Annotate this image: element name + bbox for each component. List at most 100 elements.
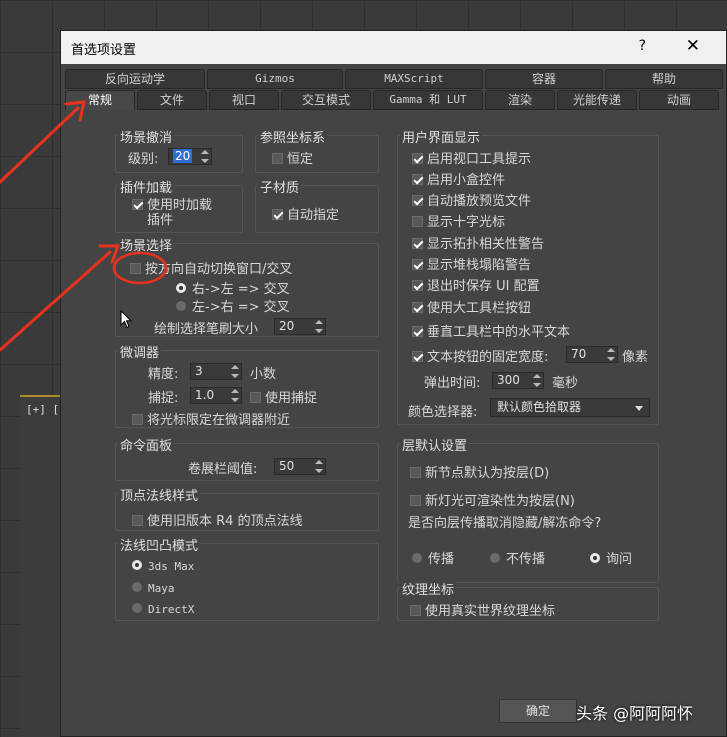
bump-3dsmax-option[interactable]: 3ds Max — [132, 560, 194, 573]
checkbox-checked-icon[interactable] — [412, 174, 423, 185]
checkbox-checked-icon[interactable] — [412, 351, 423, 362]
radio-selected-icon[interactable] — [132, 560, 142, 570]
tab-files[interactable]: 文件 — [137, 90, 207, 110]
propagate-option[interactable]: 传播 — [412, 548, 454, 567]
rtl-label: 右->左 => 交叉 — [192, 282, 290, 297]
checkbox-icon[interactable] — [410, 605, 421, 616]
constant-option[interactable]: 恒定 — [272, 148, 313, 167]
ltr-crossing-option[interactable]: 左->右 => 交叉 — [176, 296, 290, 315]
checkbox-icon[interactable] — [412, 216, 423, 227]
auto-assign-option[interactable]: 自动指定 — [272, 204, 339, 223]
undo-level-spinner[interactable]: 20 — [168, 148, 212, 165]
tab-ik[interactable]: 反向运动学 — [65, 69, 205, 89]
checkbox-checked-icon[interactable] — [412, 238, 423, 249]
checkbox-icon[interactable] — [250, 392, 261, 403]
no-propagate-option[interactable]: 不传播 — [490, 548, 545, 567]
tab-rendering[interactable]: 渲染 — [485, 90, 555, 110]
ui-option-horizontal-text[interactable]: 垂直工具栏中的水平文本 — [412, 321, 570, 340]
ui-option-large-toolbar[interactable]: 使用大工具栏按钮 — [412, 297, 531, 316]
ui-option-topology-warning[interactable]: 显示拓扑相关性警告 — [412, 233, 544, 252]
color-picker-dropdown[interactable]: 默认颜色拾取器 — [490, 398, 650, 417]
help-button[interactable]: ? — [639, 38, 646, 54]
group-title: 场景撤消 — [118, 127, 175, 146]
checkbox-icon[interactable] — [130, 263, 141, 274]
tab-containers[interactable]: 容器 — [485, 69, 603, 89]
checkbox-icon[interactable] — [410, 495, 421, 506]
tab-gamma-lut[interactable]: Gamma 和 LUT — [373, 90, 483, 110]
checkbox-checked-icon[interactable] — [272, 209, 283, 220]
radio-selected-icon[interactable] — [176, 283, 186, 293]
checkbox-checked-icon[interactable] — [412, 153, 423, 164]
group-title: 顶点法线样式 — [118, 485, 201, 504]
rtl-crossing-option[interactable]: 右->左 => 交叉 — [176, 278, 290, 297]
checkbox-icon[interactable] — [410, 467, 421, 478]
radio-icon[interactable] — [132, 582, 142, 592]
light-render-by-layer-option[interactable]: 新灯光可渲染性为按层(N) — [410, 490, 575, 509]
spinner-arrows-icon[interactable] — [315, 320, 323, 333]
ask-option[interactable]: 询问 — [590, 548, 632, 567]
radio-icon[interactable] — [132, 603, 142, 613]
precision-spinner[interactable]: 3 — [190, 363, 242, 380]
ui-option-autoplay-preview[interactable]: 自动播放预览文件 — [412, 190, 531, 209]
tab-animation[interactable]: 动画 — [639, 90, 719, 110]
radio-icon[interactable] — [176, 301, 186, 311]
checkbox-checked-icon[interactable] — [412, 326, 423, 337]
spinner-arrows-icon[interactable] — [231, 389, 239, 402]
checkbox-checked-icon[interactable] — [412, 280, 423, 291]
bump-maya-option[interactable]: Maya — [132, 582, 175, 595]
load-on-use-option[interactable]: 使用时加载 插件 — [132, 198, 212, 228]
tab-radiosity[interactable]: 光能传递 — [557, 90, 637, 110]
real-world-coord-option[interactable]: 使用真实世界纹理坐标 — [410, 600, 555, 619]
propagate-question: 是否向层传播取消隐藏/解冻命令? — [408, 516, 602, 531]
brush-size-spinner[interactable]: 20 — [274, 318, 326, 335]
ui-option-viewport-tooltips[interactable]: 启用视口工具提示 — [412, 148, 531, 167]
radio-selected-icon[interactable] — [590, 553, 600, 563]
group-title: 场景选择 — [118, 235, 175, 254]
ui-option-box-controls[interactable]: 启用小盒控件 — [412, 169, 505, 188]
checkbox-icon[interactable] — [132, 414, 143, 425]
propagate-label: 传播 — [428, 552, 455, 567]
radio-icon[interactable] — [412, 553, 422, 563]
tab-maxscript[interactable]: MAXScript — [345, 69, 483, 89]
tab-gizmos[interactable]: Gizmos — [207, 69, 343, 89]
tab-general[interactable]: 常规 — [65, 90, 135, 110]
checkbox-checked-icon[interactable] — [132, 199, 143, 210]
new-nodes-by-layer-option[interactable]: 新节点默认为按层(D) — [410, 462, 549, 481]
bump-directx-option[interactable]: DirectX — [132, 603, 194, 616]
tab-help[interactable]: 帮助 — [605, 69, 723, 89]
texture-coord-group: 纹理坐标 使用真实世界纹理坐标 — [397, 579, 659, 621]
spinner-arrows-icon[interactable] — [231, 365, 239, 378]
use-snap-option[interactable]: 使用捕捉 — [250, 387, 317, 406]
ui-option-crosshair[interactable]: 显示十字光标 — [412, 211, 505, 230]
spinner-arrows-icon[interactable] — [607, 348, 615, 361]
spinner-arrows-icon[interactable] — [201, 150, 209, 163]
ui-option-label: 文本按钮的固定宽度: — [427, 350, 549, 365]
ui-option-save-ui-on-exit[interactable]: 退出时保存 UI 配置 — [412, 275, 540, 294]
ui-option-stack-collapse-warning[interactable]: 显示堆栈塌陷警告 — [412, 254, 531, 273]
load-on-use-label-2: 插件 — [147, 213, 174, 228]
group-title: 层默认设置 — [400, 435, 470, 454]
checkbox-checked-icon[interactable] — [412, 259, 423, 270]
real-world-coord-label: 使用真实世界纹理坐标 — [425, 604, 556, 619]
legacy-normal-option[interactable]: 使用旧版本 R4 的顶点法线 — [132, 510, 303, 529]
close-button[interactable]: ✕ — [686, 36, 700, 56]
rollout-threshold-spinner[interactable]: 50 — [274, 458, 326, 475]
group-title: 用户界面显示 — [400, 127, 483, 146]
checkbox-icon[interactable] — [272, 153, 283, 164]
spinner-arrows-icon[interactable] — [533, 374, 541, 387]
tab-interaction-mode[interactable]: 交互模式 — [281, 90, 371, 110]
radio-icon[interactable] — [490, 553, 500, 563]
tab-viewports[interactable]: 视口 — [209, 90, 279, 110]
auto-switch-option[interactable]: 按方向自动切换窗口/交叉 — [130, 258, 292, 277]
spinner-arrows-icon[interactable] — [315, 460, 323, 473]
flyout-time-spinner[interactable]: 300 — [492, 372, 544, 389]
checkbox-checked-icon[interactable] — [412, 302, 423, 313]
ok-button[interactable]: 确定 — [499, 699, 577, 723]
checkbox-icon[interactable] — [132, 515, 143, 526]
snap-spinner[interactable]: 1.0 — [190, 387, 242, 404]
pixel-unit-label: 像素 — [622, 350, 649, 365]
cursor-limit-option[interactable]: 将光标限定在微调器附近 — [132, 409, 290, 428]
fixed-width-spinner[interactable]: 70 — [566, 346, 618, 363]
ui-option-fixed-width[interactable]: 文本按钮的固定宽度: — [412, 346, 548, 365]
checkbox-checked-icon[interactable] — [412, 195, 423, 206]
